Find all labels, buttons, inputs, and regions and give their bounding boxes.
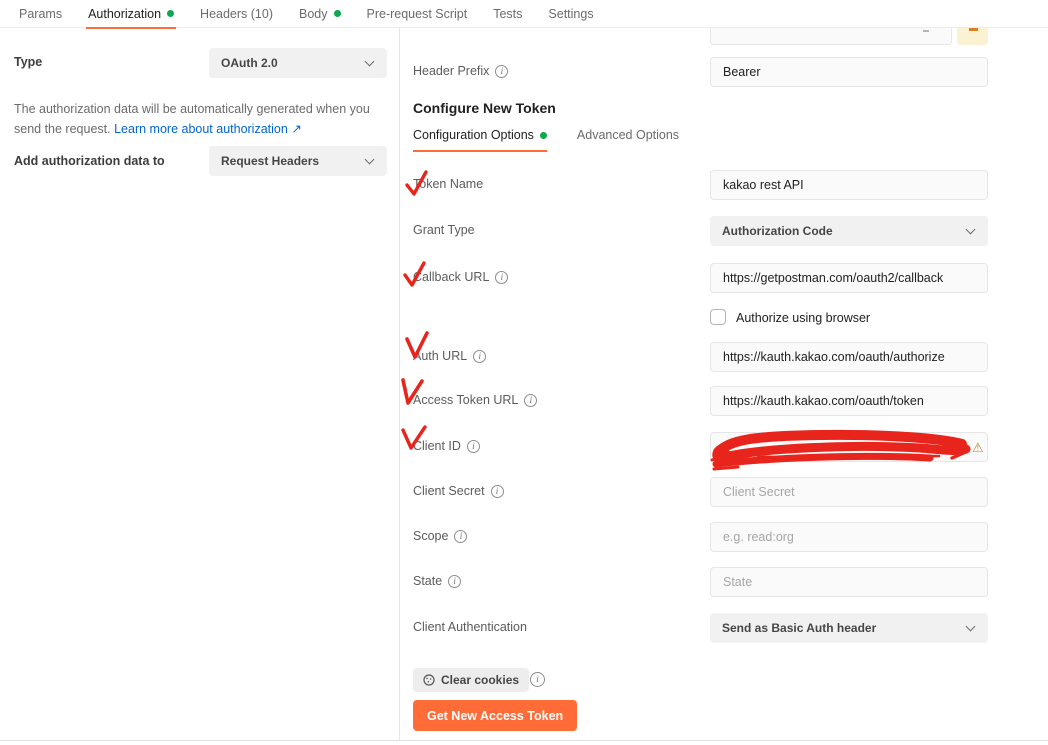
get-new-access-token-button[interactable]: Get New Access Token — [413, 700, 578, 731]
client-authentication-dropdown[interactable]: Send as Basic Auth header — [710, 613, 988, 643]
tab-label: Params — [19, 6, 63, 21]
tab-tests[interactable]: Tests — [480, 0, 535, 28]
info-icon[interactable]: i — [448, 574, 462, 588]
authorization-editor: Type OAuth 2.0 The authorization data wi… — [0, 28, 1048, 741]
grant-type-label: Grant Type — [413, 223, 475, 237]
cookie-icon — [423, 674, 435, 686]
auth-type-panel: Type OAuth 2.0 The authorization data wi… — [0, 28, 400, 741]
chevron-down-icon — [364, 56, 375, 67]
auth-url-input[interactable] — [710, 342, 988, 372]
tab-pre-request-script[interactable]: Pre-request Script — [354, 0, 481, 28]
external-link-icon: ↗ — [291, 122, 302, 136]
grant-type-dropdown[interactable]: Authorization Code — [710, 216, 988, 246]
state-label: State i — [413, 574, 462, 588]
add-auth-data-label: Add authorization data to — [14, 154, 165, 168]
authorize-browser-label: Authorize using browser — [736, 311, 871, 325]
info-icon[interactable]: i — [473, 349, 487, 363]
state-input[interactable] — [710, 567, 988, 597]
access-token-input-cutoff[interactable] — [710, 28, 952, 45]
chevron-down-icon — [965, 224, 976, 235]
configure-new-token-heading: Configure New Token — [413, 100, 556, 116]
authorize-browser-checkbox[interactable] — [710, 309, 726, 325]
access-token-url-input[interactable] — [710, 386, 988, 416]
tab-settings[interactable]: Settings — [535, 0, 606, 28]
header-prefix-label: Header Prefix i — [413, 64, 509, 78]
tab-headers[interactable]: Headers (10) — [187, 0, 286, 28]
tab-authorization[interactable]: Authorization — [75, 0, 187, 29]
green-status-dot — [539, 131, 547, 139]
token-name-input[interactable] — [710, 170, 988, 200]
tab-advanced-options[interactable]: Advanced Options — [577, 128, 679, 150]
warning-glyph-remnant — [969, 28, 978, 31]
callback-url-label: Callback URL i — [413, 270, 509, 284]
postman-request-pane: Params Authorization Headers (10) Body P… — [0, 0, 1048, 745]
client-id-input[interactable] — [710, 432, 988, 462]
tab-label: Headers (10) — [200, 6, 273, 21]
access-token-url-label: Access Token URL i — [413, 393, 538, 407]
learn-more-link[interactable]: Learn more about authorization ↗ — [114, 122, 302, 136]
warning-triangle-icon: ⚠ — [972, 440, 984, 455]
auth-description: The authorization data will be automatic… — [14, 102, 370, 136]
tab-label: Settings — [548, 6, 594, 21]
client-secret-input[interactable] — [710, 477, 988, 507]
scope-input[interactable] — [710, 522, 988, 552]
scope-label: Scope i — [413, 529, 468, 543]
chevron-down-icon — [364, 154, 375, 165]
info-icon[interactable]: i — [454, 529, 468, 543]
token-config-tabs: Configuration Options Advanced Options — [413, 128, 679, 152]
tab-body[interactable]: Body — [286, 0, 354, 28]
clear-cookies-button[interactable]: Clear cookies — [413, 668, 530, 692]
info-icon[interactable]: i — [524, 393, 538, 407]
tab-label: Tests — [493, 6, 523, 21]
callback-url-input[interactable] — [710, 263, 988, 293]
tab-label: Body — [299, 6, 328, 21]
client-secret-label: Client Secret i — [413, 484, 504, 498]
auth-type-dropdown[interactable]: OAuth 2.0 — [209, 48, 387, 78]
green-status-dot — [167, 10, 175, 17]
chevron-remnant — [923, 30, 929, 32]
client-authentication-label: Client Authentication — [413, 620, 527, 634]
token-name-label: Token Name — [413, 177, 484, 191]
info-icon[interactable]: i — [495, 270, 509, 284]
tab-params[interactable]: Params — [6, 0, 75, 28]
chevron-down-icon — [965, 621, 976, 632]
request-tab-bar: Params Authorization Headers (10) Body P… — [0, 0, 1048, 29]
header-prefix-input[interactable] — [710, 57, 988, 87]
tab-label: Pre-request Script — [366, 6, 468, 21]
info-icon[interactable]: i — [530, 672, 545, 687]
token-config-panel: Header Prefix i Configure New Token Conf… — [400, 28, 1048, 741]
info-icon[interactable]: i — [466, 439, 480, 453]
tab-label: Authorization — [88, 6, 162, 21]
info-icon[interactable]: i — [495, 64, 509, 78]
info-icon[interactable]: i — [490, 484, 504, 498]
tab-configuration-options[interactable]: Configuration Options — [413, 128, 547, 152]
green-status-dot — [333, 10, 341, 17]
client-id-label: Client ID i — [413, 439, 480, 453]
add-auth-data-dropdown[interactable]: Request Headers — [209, 146, 387, 176]
auth-url-label: Auth URL i — [413, 349, 487, 363]
type-label: Type — [14, 55, 43, 69]
token-warning-button[interactable] — [957, 28, 988, 45]
